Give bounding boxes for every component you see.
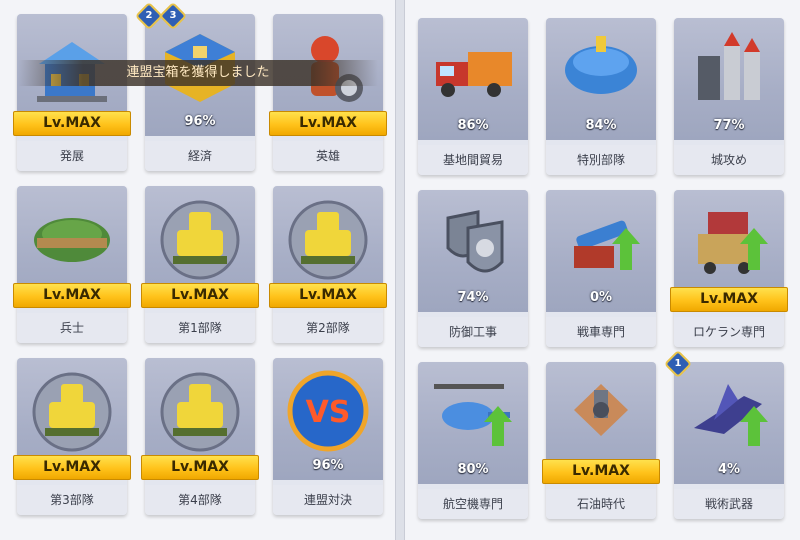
tech-card[interactable]: 86% 基地間貿易 — [418, 18, 528, 175]
progress-percent: 4% — [717, 462, 741, 477]
level-max-banner: Lv.MAX — [13, 111, 131, 136]
tech-card-label: 戦術武器 — [674, 489, 784, 519]
level-max-banner: Lv.MAX — [13, 455, 131, 480]
tech-card-label: 第4部隊 — [145, 485, 255, 515]
tech-card-label: 英雄 — [273, 141, 383, 171]
level-max-banner: Lv.MAX — [542, 459, 660, 484]
jet-icon — [694, 384, 768, 446]
tech-card[interactable]: Lv.MAX 兵士 — [13, 186, 131, 343]
level-badge-number: 1 — [674, 358, 682, 369]
tech-card[interactable]: Lv.MAX 第2部隊 — [269, 186, 387, 343]
level-max-banner: Lv.MAX — [141, 455, 259, 480]
tech-card[interactable]: 77% 城攻め — [674, 18, 784, 175]
tech-card-label: 基地間貿易 — [418, 145, 528, 175]
progress-percent: 86% — [457, 118, 489, 133]
level-badge-number: 3 — [169, 10, 177, 21]
tech-card[interactable]: Lv.MAX 発展 — [13, 14, 131, 171]
panel-divider — [396, 0, 404, 540]
shield-gears-icon — [446, 210, 504, 273]
helicopter-icon — [434, 384, 512, 446]
rocket-truck-icon — [698, 212, 768, 274]
soldier-helmet-icon — [34, 218, 110, 262]
tech-card-label: 特別部隊 — [546, 145, 656, 175]
level-max-banner: Lv.MAX — [269, 283, 387, 308]
cannon-upgrade-icon — [574, 220, 640, 270]
tech-card[interactable]: 80% 航空機専門 — [418, 362, 528, 519]
tech-card[interactable]: Lv.MAX 石油時代 — [542, 362, 660, 519]
tank-emblem-icon — [160, 372, 240, 452]
oil-rig-icon — [574, 384, 628, 436]
alliance-tech-right-panel: 86% 基地間貿易 84% 特別部隊 77% 城攻め 74% 防御工事 0% 戦車専門 Lv.MAX… — [404, 0, 800, 540]
tech-card[interactable]: Lv.MAX 第3部隊 — [13, 358, 131, 515]
special-helmet-icon — [565, 36, 637, 94]
tech-card[interactable]: Lv.MAX 第1部隊 — [141, 186, 259, 343]
tech-card-label: 防御工事 — [418, 317, 528, 347]
tech-card-label: 連盟対決 — [273, 485, 383, 515]
tech-card[interactable]: 4% 戦術武器 1 — [663, 349, 784, 519]
tech-card-label: 戦車専門 — [546, 317, 656, 347]
progress-percent: 96% — [312, 458, 344, 473]
tank-emblem-icon — [32, 372, 112, 452]
level-max-banner: Lv.MAX — [269, 111, 387, 136]
tech-card-label: 発展 — [17, 141, 127, 171]
vs-icon: VS — [287, 370, 369, 452]
progress-percent: 84% — [585, 118, 617, 133]
tech-card[interactable]: Lv.MAX 第4部隊 — [141, 358, 259, 515]
svg-text:VS: VS — [306, 395, 351, 430]
level-max-banner: Lv.MAX — [13, 283, 131, 308]
tech-card[interactable]: 84% 特別部隊 — [546, 18, 656, 175]
tech-card[interactable]: Lv.MAX 英雄 — [269, 14, 387, 171]
tech-card-label: ロケラン専門 — [674, 317, 784, 347]
progress-percent: 74% — [457, 290, 489, 305]
progress-percent: 77% — [713, 118, 745, 133]
tech-card-label: 石油時代 — [546, 489, 656, 519]
progress-percent: 80% — [457, 462, 489, 477]
progress-percent: 96% — [184, 114, 216, 129]
tech-card-label: 第3部隊 — [17, 485, 127, 515]
tech-card-label: 第1部隊 — [145, 313, 255, 343]
level-badge-number: 2 — [145, 10, 153, 21]
tech-card-label: 第2部隊 — [273, 313, 383, 343]
tech-card-label: 経済 — [145, 141, 255, 171]
tech-card[interactable]: 0% 戦車専門 — [546, 190, 656, 347]
tank-emblem-icon — [288, 200, 368, 280]
reward-toast: 連盟宝箱を獲得しました — [18, 60, 378, 86]
tech-card-label: 城攻め — [674, 145, 784, 175]
tech-card[interactable]: Lv.MAX ロケラン専門 — [670, 190, 788, 347]
tech-card[interactable]: 74% 防御工事 — [418, 190, 528, 347]
missiles-icon — [698, 32, 760, 100]
level-max-banner: Lv.MAX — [670, 287, 788, 312]
tech-card[interactable]: 96% 経済 2 3 — [134, 1, 255, 171]
progress-percent: 0% — [589, 290, 613, 305]
tank-emblem-icon — [160, 200, 240, 280]
truck-icon — [436, 52, 512, 97]
tech-card-label: 航空機専門 — [418, 489, 528, 519]
tech-card[interactable]: VS 96% 連盟対決 — [273, 358, 383, 515]
level-max-banner: Lv.MAX — [141, 283, 259, 308]
tech-card-label: 兵士 — [17, 313, 127, 343]
